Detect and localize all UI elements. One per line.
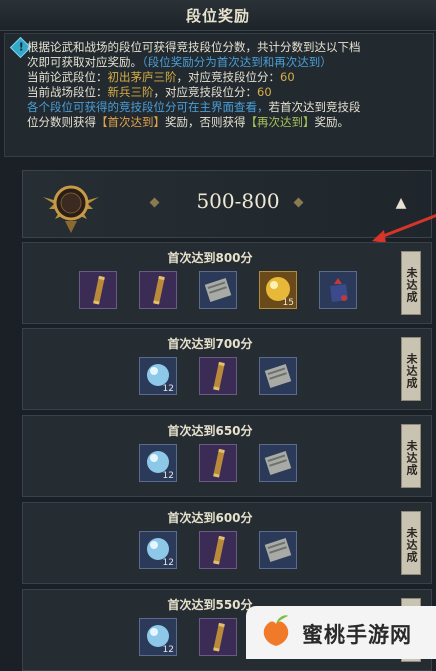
reward-item-slot[interactable] [79,271,117,309]
title-bar: 段位奖励 [0,0,436,31]
reward-title: 首次达到600分 [167,511,253,525]
reward-item-slot[interactable] [259,531,297,569]
reward-item-slot[interactable] [199,271,237,309]
info-segment: 当前论武段位： [27,70,108,84]
info-line: 各个段位可获得的竞技段位分可在主界面查看，若首次达到竞技段 [27,100,431,115]
reward-item-slot[interactable] [199,357,237,395]
item-quantity: 12 [162,471,174,481]
info-segment: 60 [257,85,272,99]
reward-item-slot[interactable]: 12 [139,531,177,569]
info-line: 次即可获取对应奖励。（段位奖励分为首次达到和再次达到） [27,55,431,70]
info-segment: 各个段位可获得的竞技段位分可在主界面查看， [27,100,269,114]
reward-item-slot[interactable]: 12 [139,444,177,482]
tier-range: 500-800 [196,189,280,213]
info-segment: 【首次达到】 [96,115,165,129]
reward-item-slot[interactable] [199,618,237,656]
reward-item-slot[interactable]: 12 [139,618,177,656]
reward-row: 首次达到800分 15 未达成 [22,242,432,324]
reward-item-slot[interactable]: 12 [139,357,177,395]
status-badge[interactable]: 未达成 [401,511,421,575]
info-segment: 根据论武和战场的段位可获得竞技段位分数，共计分数到达以下档 [27,40,361,54]
rank-emblem-icon [43,185,99,233]
peach-logo-icon [263,615,289,646]
item-quantity: 12 [162,384,174,394]
info-segment: 若首次达到竞技段 [268,100,361,114]
reward-item-slot[interactable] [259,357,297,395]
status-badge[interactable]: 未达成 [401,424,421,488]
info-panel: ! 根据论武和战场的段位可获得竞技段位分数，共计分数到达以下档 次即可获取对应奖励… [4,33,434,157]
info-segment: 当前战场段位： [27,85,108,99]
reward-row: 首次达到700分 12 未达成 [22,328,432,410]
info-line: 当前论武段位：初出茅庐三阶，对应竞技段位分：60 [27,70,431,85]
reward-row: 首次达到650分 12 未达成 [22,415,432,497]
info-segment: 奖励，否则获得 [165,115,246,129]
info-segment: 次即可获取对应奖励。 [27,55,142,69]
info-segment: ，对应竞技段位分： [153,85,258,99]
info-line: 当前战场段位：新兵三阶，对应竞技段位分：60 [27,85,431,100]
reward-item-slot[interactable] [139,271,177,309]
reward-title: 首次达到700分 [167,337,253,351]
info-segment: 新兵三阶 [107,85,154,99]
info-line: 根据论武和战场的段位可获得竞技段位分数，共计分数到达以下档 [27,40,431,55]
item-quantity: 15 [282,298,294,308]
info-text: 根据论武和战场的段位可获得竞技段位分数，共计分数到达以下档 次即可获取对应奖励。（… [27,40,431,130]
divider-diamond-left [149,197,160,208]
info-segment: 奖励。 [314,115,350,129]
info-segment: 位分数则获得 [27,115,96,129]
watermark-text: 蜜桃手游网 [302,623,412,647]
page-title: 段位奖励 [185,7,250,25]
reward-item-slot[interactable]: 15 [259,271,297,309]
watermark: 蜜桃手游网 [246,606,436,659]
info-segment: 【再次达到】 [245,115,315,129]
info-segment: ，对应竞技段位分： [176,70,281,84]
reward-title: 首次达到800分 [167,251,253,265]
item-quantity: 12 [162,558,174,568]
item-quantity: 12 [162,645,174,655]
info-segment: （段位奖励分为首次达到和再次达到） [142,55,332,69]
reward-item-slot[interactable] [199,531,237,569]
reward-row: 首次达到600分 12 未达成 [22,502,432,584]
status-badge[interactable]: 未达成 [401,337,421,401]
reward-title: 首次达到650分 [167,424,253,438]
reward-item-slot[interactable] [319,271,357,309]
info-segment: 60 [280,70,295,84]
reward-item-slot[interactable] [259,444,297,482]
status-badge[interactable]: 未达成 [401,251,421,315]
info-segment: 初出茅庐三阶 [107,70,177,84]
reward-item-slot[interactable] [199,444,237,482]
info-line: 位分数则获得【首次达到】奖励，否则获得【再次达到】奖励。 [27,115,431,130]
